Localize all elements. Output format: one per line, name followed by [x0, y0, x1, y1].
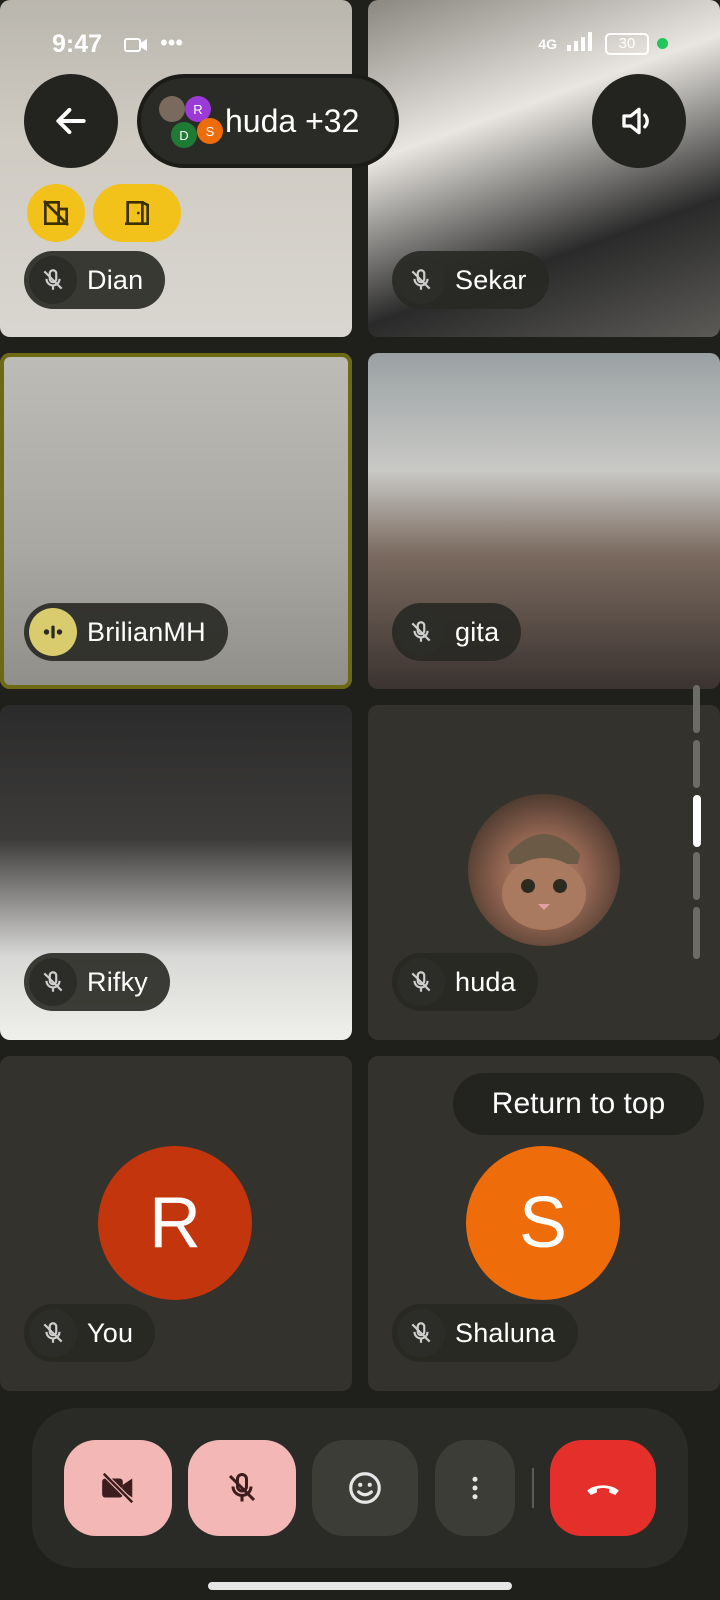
- participant-chip-sekar: Sekar: [392, 251, 549, 309]
- participant-chip-gita: gita: [392, 603, 522, 661]
- end-call-button[interactable]: [550, 1440, 656, 1536]
- mic-off-icon: [29, 1309, 77, 1357]
- video-camera-status-icon: [124, 36, 148, 59]
- home-indicator[interactable]: [208, 1582, 512, 1590]
- reactions-button[interactable]: [312, 1440, 418, 1536]
- mini-avatar-photo: [159, 96, 185, 122]
- door-badge[interactable]: [93, 184, 181, 242]
- participant-tile-brilianmh[interactable]: BrilianMH: [0, 353, 352, 689]
- controls-divider: [532, 1468, 534, 1508]
- mic-off-icon: [397, 608, 445, 656]
- avatar-letter: R: [98, 1146, 252, 1300]
- mic-off-icon: [29, 958, 77, 1006]
- avatar-letter: S: [466, 1146, 620, 1300]
- participant-name: Dian: [87, 264, 144, 295]
- more-status-icon: •••: [160, 30, 184, 55]
- mic-off-icon: [397, 256, 445, 304]
- status-bar: 9:47 ••• 4G 30: [0, 24, 720, 64]
- more-options-button[interactable]: [435, 1440, 515, 1536]
- participant-name: huda: [455, 966, 516, 997]
- participant-mini-avatars: R D S: [153, 90, 223, 152]
- mic-off-icon: [228, 1472, 256, 1502]
- participant-tile-rifky[interactable]: Rifky: [0, 705, 352, 1040]
- hang-up-icon: [587, 1485, 619, 1495]
- participant-tile-gita[interactable]: gita: [368, 353, 720, 689]
- meeting-info-button[interactable]: R D S huda +32: [137, 74, 399, 168]
- smiley-icon: [349, 1472, 381, 1504]
- meeting-title: huda +32: [225, 102, 360, 139]
- domain-disabled-icon: [43, 200, 69, 226]
- participant-name: Shaluna: [455, 1317, 556, 1348]
- camera-off-icon: [102, 1472, 134, 1504]
- status-time: 9:47: [52, 30, 103, 58]
- participant-tile-you[interactable]: R You: [0, 1056, 352, 1391]
- participant-chip-huda: huda: [392, 953, 538, 1011]
- scroll-thumb[interactable]: [693, 795, 701, 847]
- mic-off-icon: [397, 1309, 445, 1357]
- scroll-track-segment: [693, 907, 700, 959]
- audio-output-button[interactable]: [592, 74, 686, 168]
- door-icon: [125, 201, 149, 225]
- camera-toggle-button[interactable]: [64, 1440, 172, 1536]
- mini-avatar-s: S: [197, 118, 223, 144]
- return-to-top-button[interactable]: Return to top: [453, 1073, 704, 1135]
- mini-avatar-d: D: [171, 122, 197, 148]
- participant-tile-huda[interactable]: huda: [368, 705, 720, 1040]
- participant-avatar-image: [468, 794, 620, 946]
- back-button[interactable]: [24, 74, 118, 168]
- arrow-left-icon: [56, 107, 86, 135]
- speaking-indicator-icon: [29, 608, 77, 656]
- speaker-icon: [622, 107, 649, 135]
- scroll-track-segment: [693, 852, 700, 900]
- scroll-track-segment: [693, 740, 700, 788]
- scroll-track-segment: [693, 685, 700, 733]
- participant-name: gita: [455, 616, 500, 647]
- battery-icon: 30: [605, 32, 649, 55]
- participant-chip-you: You: [24, 1304, 156, 1362]
- mic-off-icon: [397, 958, 445, 1006]
- participant-name: Sekar: [455, 264, 527, 295]
- signal-icon: [565, 30, 597, 57]
- participant-chip-brilianmh: BrilianMH: [24, 603, 228, 661]
- privacy-indicator-dot: [657, 38, 668, 49]
- participant-chip-shaluna: Shaluna: [392, 1304, 578, 1362]
- status-right: 4G 30: [538, 30, 668, 57]
- participant-name: Rifky: [87, 966, 148, 997]
- call-controls-bar: [32, 1408, 688, 1568]
- microphone-toggle-button[interactable]: [188, 1440, 296, 1536]
- company-badge[interactable]: [27, 184, 85, 242]
- mic-off-icon: [29, 256, 77, 304]
- participant-chip-rifky: Rifky: [24, 953, 170, 1011]
- participant-name: You: [87, 1317, 134, 1348]
- network-type-label: 4G: [538, 35, 557, 52]
- participant-chip-dian: Dian: [24, 251, 166, 309]
- participant-name: BrilianMH: [87, 616, 206, 647]
- more-vert-icon: [472, 1476, 478, 1500]
